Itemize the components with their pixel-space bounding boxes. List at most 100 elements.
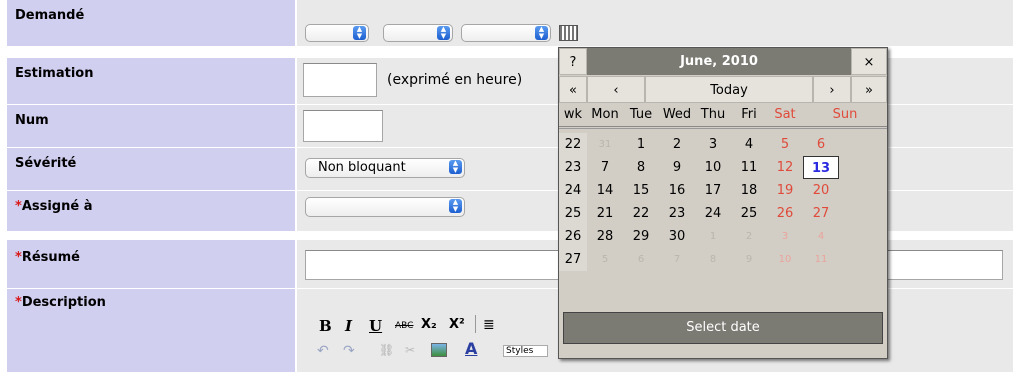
calendar-day[interactable]: 10: [695, 156, 731, 179]
calendar-day[interactable]: 10: [767, 248, 803, 271]
calendar-day[interactable]: 26: [767, 202, 803, 225]
label-cell: *Description: [7, 289, 295, 373]
weekday-header: Tue: [629, 107, 653, 122]
calendar-icon[interactable]: [559, 25, 578, 41]
prev-year-button[interactable]: «: [559, 76, 587, 103]
month-select[interactable]: ▲ ▼: [383, 24, 453, 42]
num-input[interactable]: [303, 110, 383, 142]
calendar-day[interactable]: 11: [803, 248, 839, 271]
calendar-day[interactable]: 6: [803, 133, 839, 156]
editor-toolbar: B I U ABC X₂ X² ≣ ↶ ↷ ⛓ ✂ A Styles: [307, 297, 567, 367]
label-cell: Sévérité: [7, 148, 295, 191]
next-month-button[interactable]: ›: [813, 76, 851, 103]
weekday-header: Sat: [774, 107, 796, 122]
calendar-day[interactable]: 18: [731, 179, 767, 202]
calendar-day[interactable]: 2: [659, 133, 695, 156]
weekday-header: Sun: [832, 107, 858, 122]
calendar-day[interactable]: 27: [803, 202, 839, 225]
select-arrows-icon: ▲ ▼: [353, 26, 366, 40]
redo-icon[interactable]: ↷: [343, 343, 355, 359]
week-number: 23: [559, 156, 587, 179]
calendar-day[interactable]: 11: [731, 156, 767, 179]
calendar-day[interactable]: 17: [695, 179, 731, 202]
next-year-button[interactable]: »: [851, 76, 887, 103]
calendar-day[interactable]: 12: [767, 156, 803, 179]
calendar-day[interactable]: 2: [731, 225, 767, 248]
image-icon[interactable]: [431, 343, 447, 357]
calendar-day[interactable]: 1: [695, 225, 731, 248]
calendar-day[interactable]: 9: [731, 248, 767, 271]
align-left-icon[interactable]: ≣: [483, 317, 495, 333]
calendar-day[interactable]: 23: [659, 202, 695, 225]
calendar-day[interactable]: 5: [587, 248, 623, 271]
estimation-input[interactable]: [303, 63, 377, 97]
undo-icon[interactable]: ↶: [317, 343, 329, 359]
value-cell: ▲ ▼ ▲ ▼ ▲ ▼: [297, 0, 1013, 47]
label-cell: *Résumé: [7, 240, 295, 289]
severity-select[interactable]: Non bloquant ▲ ▼: [305, 158, 465, 178]
field-label-text: Description: [21, 295, 106, 310]
estimation-hint: (exprimé en heure): [387, 72, 523, 88]
label-cell: Num: [7, 105, 295, 148]
calendar-day[interactable]: 4: [803, 225, 839, 248]
calendar-day[interactable]: 25: [731, 202, 767, 225]
calendar-day[interactable]: 30: [659, 225, 695, 248]
weekday-header-row: wk Mon Tue Wed Thu Fri Sat Sun: [559, 104, 887, 127]
field-label-text: Résumé: [21, 250, 80, 265]
strike-button[interactable]: ABC: [395, 321, 413, 331]
calendar-popup: ? June, 2010 × « ‹ Today › » wk Mon Tue …: [558, 47, 888, 359]
select-arrows-icon: ▲ ▼: [437, 26, 450, 40]
field-label: *Description: [15, 295, 106, 310]
calendar-day[interactable]: 24: [695, 202, 731, 225]
calendar-day[interactable]: 22: [623, 202, 659, 225]
calendar-day[interactable]: 8: [623, 156, 659, 179]
calendar-day[interactable]: 1: [623, 133, 659, 156]
help-button[interactable]: ?: [559, 48, 587, 75]
styles-select[interactable]: Styles: [503, 345, 549, 357]
calendar-day[interactable]: 13: [803, 156, 839, 179]
close-button[interactable]: ×: [851, 48, 887, 75]
select-arrows-icon: ▲ ▼: [449, 199, 462, 213]
required-marker: *: [15, 199, 22, 214]
unlink-icon[interactable]: ✂: [405, 343, 415, 357]
day-select[interactable]: ▲ ▼: [305, 24, 369, 42]
select-arrows-icon: ▲ ▼: [449, 160, 462, 174]
calendar-day[interactable]: 7: [659, 248, 695, 271]
select-arrows-icon: ▲ ▼: [535, 26, 548, 40]
calendar-day[interactable]: 7: [587, 156, 623, 179]
calendar-day[interactable]: 9: [659, 156, 695, 179]
field-label: *Résumé: [15, 250, 80, 265]
link-icon[interactable]: ⛓: [379, 343, 394, 357]
select-date-button[interactable]: Select date: [563, 312, 883, 344]
italic-button[interactable]: I: [345, 317, 352, 335]
calendar-day[interactable]: 3: [695, 133, 731, 156]
calendar-day[interactable]: 14: [587, 179, 623, 202]
calendar-day[interactable]: 31: [587, 133, 623, 156]
separator-icon: [475, 315, 476, 333]
field-label-text: Assigné à: [21, 199, 93, 214]
weekday-header: Wed: [662, 107, 692, 122]
bold-button[interactable]: B: [319, 317, 332, 335]
prev-month-button[interactable]: ‹: [587, 76, 645, 103]
text-color-icon[interactable]: A: [465, 339, 477, 358]
assignee-select[interactable]: ▲ ▼: [305, 197, 465, 217]
calendar-day[interactable]: 5: [767, 133, 803, 156]
calendar-day[interactable]: 15: [623, 179, 659, 202]
today-button[interactable]: Today: [645, 76, 813, 103]
calendar-day[interactable]: 4: [731, 133, 767, 156]
calendar-day[interactable]: 16: [659, 179, 695, 202]
calendar-day[interactable]: 3: [767, 225, 803, 248]
calendar-title: June, 2010: [587, 48, 851, 75]
calendar-day[interactable]: 8: [695, 248, 731, 271]
calendar-day[interactable]: 19: [767, 179, 803, 202]
calendar-day[interactable]: 6: [623, 248, 659, 271]
calendar-day[interactable]: 21: [587, 202, 623, 225]
subscript-button[interactable]: X₂: [421, 317, 437, 332]
weekday-header: Mon: [591, 107, 619, 122]
underline-button[interactable]: U: [369, 317, 382, 335]
calendar-day[interactable]: 29: [623, 225, 659, 248]
calendar-day[interactable]: 20: [803, 179, 839, 202]
year-select[interactable]: ▲ ▼: [461, 24, 551, 42]
superscript-button[interactable]: X²: [449, 317, 465, 332]
calendar-day[interactable]: 28: [587, 225, 623, 248]
